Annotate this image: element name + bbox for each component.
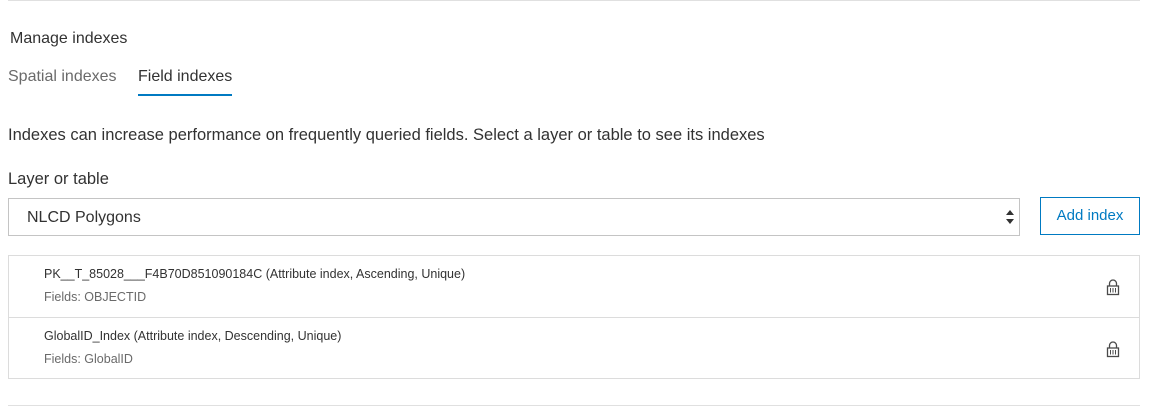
manage-indexes-panel: Manage indexes Spatial indexes Field ind… [0, 0, 1156, 417]
select-arrows-icon [1006, 210, 1014, 224]
description-text: Indexes can increase performance on freq… [8, 126, 765, 144]
index-fields: Fields: OBJECTID [44, 290, 147, 304]
index-list: PK__T_85028___F4B70D851090184C (Attribut… [8, 255, 1140, 379]
tab-field-indexes[interactable]: Field indexes [138, 67, 233, 97]
index-name: GlobalID_Index (Attribute index, Descend… [44, 329, 342, 343]
list-item[interactable]: PK__T_85028___F4B70D851090184C (Attribut… [9, 256, 1139, 318]
section-title: Manage indexes [10, 30, 128, 47]
list-item[interactable]: GlobalID_Index (Attribute index, Descend… [9, 318, 1139, 380]
layer-select-label: Layer or table [8, 170, 109, 188]
top-divider [8, 0, 1140, 1]
add-index-button[interactable]: Add index [1040, 197, 1140, 235]
tab-spatial-indexes[interactable]: Spatial indexes [8, 67, 117, 97]
layer-select-value: NLCD Polygons [27, 209, 141, 226]
index-fields: Fields: GlobalID [44, 352, 133, 366]
layer-select[interactable]: NLCD Polygons [8, 198, 1020, 236]
bottom-divider [8, 405, 1140, 406]
index-name: PK__T_85028___F4B70D851090184C (Attribut… [44, 267, 466, 281]
lock-icon [1106, 279, 1120, 296]
lock-icon [1106, 341, 1120, 358]
